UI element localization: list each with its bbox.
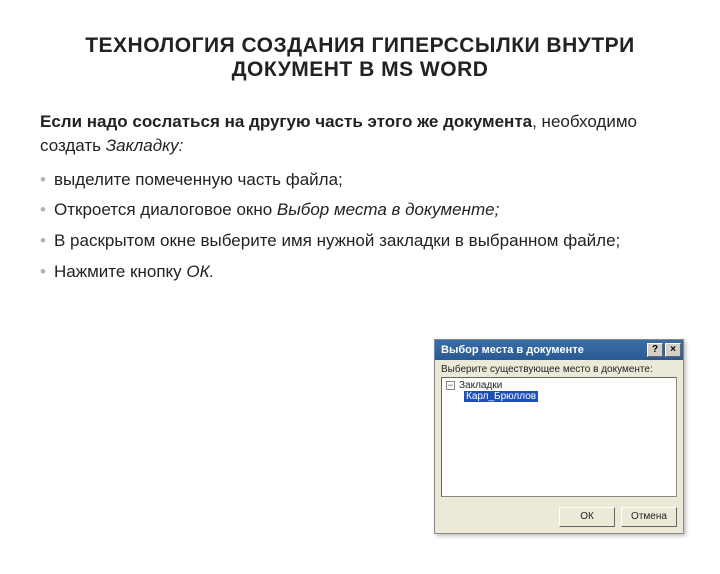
tree-row-root[interactable]: − Закладки — [444, 380, 674, 391]
bullet-text: Нажмите кнопку — [54, 262, 186, 281]
dialog-titlebar[interactable]: Выбор места в документе ? × — [435, 340, 683, 360]
dialog-button-row: ОК Отмена — [559, 507, 677, 527]
title-line2-bold: MS WORD — [381, 58, 488, 81]
dialog-window: Выбор места в документе ? × Выберите сущ… — [434, 339, 684, 534]
bullet-em: Выбор места в документе; — [277, 200, 499, 219]
list-item: Откроется диалоговое окно Выбор места в … — [40, 198, 680, 223]
close-icon[interactable]: × — [665, 343, 681, 357]
list-item: В раскрытом окне выберите имя нужной зак… — [40, 229, 680, 254]
cancel-button[interactable]: Отмена — [621, 507, 677, 527]
tree-root-label: Закладки — [459, 380, 502, 391]
intro-em: Закладку: — [106, 136, 184, 155]
dialog-tree-list[interactable]: − Закладки Карл_Брюллов — [441, 377, 677, 497]
bullet-em: ОК. — [186, 262, 214, 281]
intro-paragraph: Если надо сослаться на другую часть этог… — [40, 110, 680, 158]
bullet-text: Откроется диалоговое окно — [54, 200, 277, 219]
title-line1: ТЕХНОЛОГИЯ СОЗДАНИЯ ГИПЕРССЫЛКИ ВНУТРИ — [85, 34, 635, 57]
tree-row-child[interactable]: Карл_Брюллов — [462, 391, 674, 402]
tree-toggle-icon[interactable]: − — [446, 381, 455, 390]
dialog-instruction: Выберите существующее место в документе: — [435, 360, 683, 377]
list-item: выделите помеченную часть файла; — [40, 168, 680, 193]
ok-button[interactable]: ОК — [559, 507, 615, 527]
bullet-list: выделите помеченную часть файла; Откроет… — [40, 168, 680, 285]
title-line2-pre: ДОКУМЕНТ В — [232, 58, 382, 81]
slide-title: ТЕХНОЛОГИЯ СОЗДАНИЯ ГИПЕРССЫЛКИ ВНУТРИ Д… — [60, 34, 660, 82]
dialog-system-buttons: ? × — [647, 343, 681, 357]
bullet-text: В раскрытом окне выберите имя нужной зак… — [54, 231, 620, 250]
bullet-text: выделите помеченную часть файла; — [54, 170, 343, 189]
tree-child-label: Карл_Брюллов — [464, 391, 538, 402]
intro-strong: Если надо сослаться на другую часть этог… — [40, 112, 532, 131]
list-item: Нажмите кнопку ОК. — [40, 260, 680, 285]
dialog-title: Выбор места в документе — [441, 344, 584, 356]
help-icon[interactable]: ? — [647, 343, 663, 357]
